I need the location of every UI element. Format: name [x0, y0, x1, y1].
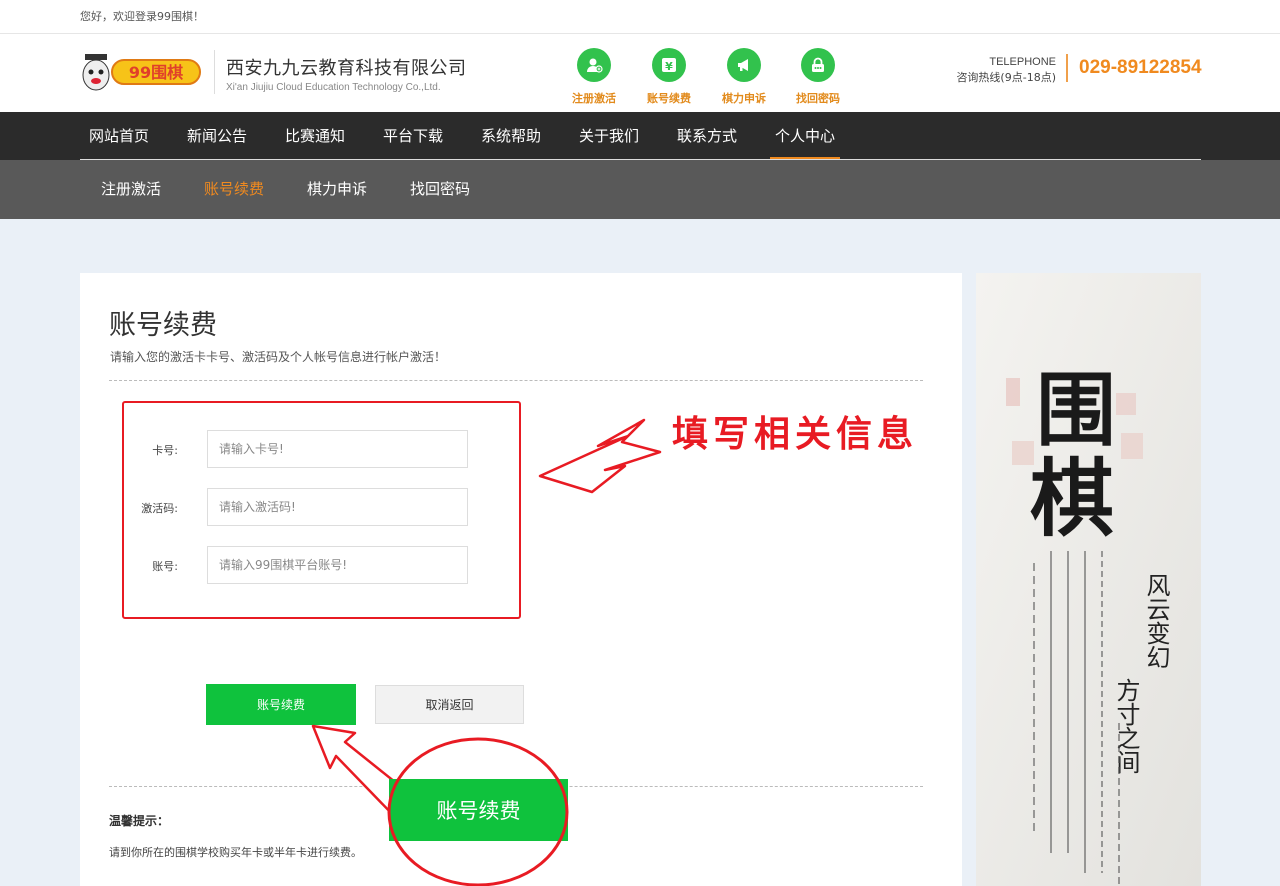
- nav-item-download[interactable]: 平台下载: [383, 112, 443, 160]
- page-subtitle: 请输入您的激活卡卡号、激活码及个人帐号信息进行帐户激活！: [110, 350, 447, 364]
- company-name-cn: 西安九九云教育科技有限公司: [226, 58, 467, 79]
- banner-slogan-1: 风云变幻: [1142, 573, 1170, 669]
- nav-item-contact[interactable]: 联系方式: [677, 112, 737, 160]
- quick-link-label: 棋力申诉: [722, 92, 766, 105]
- account-input[interactable]: [207, 546, 468, 584]
- zoomed-renew-button: 账号续费: [389, 779, 568, 841]
- activation-code-label: 激活码:: [141, 502, 178, 515]
- welcome-text: 您好，欢迎登录99围棋！: [80, 10, 204, 23]
- tips-title: 温馨提示：: [109, 814, 170, 828]
- svg-text:¥: ¥: [665, 60, 673, 73]
- card-number-label: 卡号:: [152, 444, 178, 457]
- nav-item-help[interactable]: 系统帮助: [481, 112, 541, 160]
- user-add-icon: [577, 48, 611, 82]
- quick-link-label: 账号续费: [647, 92, 691, 105]
- company-name: 西安九九云教育科技有限公司 Xi'an Jiujiu Cloud Educati…: [226, 54, 467, 93]
- account-label: 账号:: [152, 560, 178, 573]
- logo[interactable]: 99围棋: [80, 50, 202, 94]
- weiqi-banner-image: 围 棋 风云变幻 方寸之间: [976, 273, 1201, 886]
- top-welcome-bar: 您好，欢迎登录99围棋！: [0, 0, 1280, 34]
- megaphone-icon: [727, 48, 761, 82]
- page-title: 账号续费: [109, 310, 217, 341]
- telephone-label: TELEPHONE: [989, 56, 1056, 68]
- quick-link-label: 注册激活: [572, 92, 616, 105]
- logo-divider: [214, 50, 215, 94]
- nav-item-home[interactable]: 网站首页: [89, 112, 149, 160]
- card-number-input[interactable]: [207, 430, 468, 468]
- telephone-info: TELEPHONE 咨询热线(9点-18点): [940, 56, 1056, 85]
- subnav-item-appeal[interactable]: 棋力申诉: [307, 160, 367, 219]
- telephone-number: 029-89122854: [1079, 57, 1202, 78]
- divider: [109, 380, 923, 381]
- renew-submit-button[interactable]: 账号续费: [206, 684, 356, 725]
- activation-code-input[interactable]: [207, 488, 468, 526]
- quick-link-label: 找回密码: [796, 92, 840, 105]
- subnav-item-register[interactable]: 注册激活: [101, 160, 161, 219]
- banner-slogan-2: 方寸之间: [1112, 678, 1140, 774]
- lock-icon: [801, 48, 835, 82]
- quick-link-appeal[interactable]: 棋力申诉: [707, 48, 781, 106]
- subnav-item-renew[interactable]: 账号续费: [204, 160, 264, 219]
- quick-link-register[interactable]: 注册激活: [557, 48, 631, 106]
- hotline-label: 咨询热线(9点-18点): [956, 71, 1056, 84]
- logo-text: 99围棋: [129, 63, 183, 82]
- quick-link-renew[interactable]: ¥ 账号续费: [632, 48, 706, 106]
- tips-text: 请到你所在的围棋学校购买年卡或半年卡进行续费。: [109, 846, 362, 859]
- nav-item-news[interactable]: 新闻公告: [187, 112, 247, 160]
- annotation-fill-info: 填写相关信息: [672, 413, 919, 455]
- banner-title-char-2: 棋: [1030, 449, 1114, 548]
- nav-item-matches[interactable]: 比赛通知: [285, 112, 345, 160]
- cancel-button[interactable]: 取消返回: [375, 685, 524, 724]
- main-nav: 网站首页 新闻公告 比赛通知 平台下载 系统帮助 关于我们 联系方式 个人中心: [0, 112, 1280, 160]
- site-header: 99围棋 西安九九云教育科技有限公司 Xi'an Jiujiu Cloud Ed…: [0, 34, 1280, 112]
- subnav-item-recover[interactable]: 找回密码: [410, 160, 470, 219]
- nav-item-about[interactable]: 关于我们: [579, 112, 639, 160]
- company-name-en: Xi'an Jiujiu Cloud Education Technology …: [226, 82, 441, 93]
- quick-link-recover[interactable]: 找回密码: [781, 48, 855, 106]
- telephone-divider: [1066, 54, 1068, 82]
- nav-item-personal-center[interactable]: 个人中心: [769, 112, 841, 160]
- yen-icon: ¥: [652, 48, 686, 82]
- banner-title-char-1: 围: [1036, 363, 1116, 457]
- sub-nav: 注册激活 账号续费 棋力申诉 找回密码: [0, 160, 1280, 219]
